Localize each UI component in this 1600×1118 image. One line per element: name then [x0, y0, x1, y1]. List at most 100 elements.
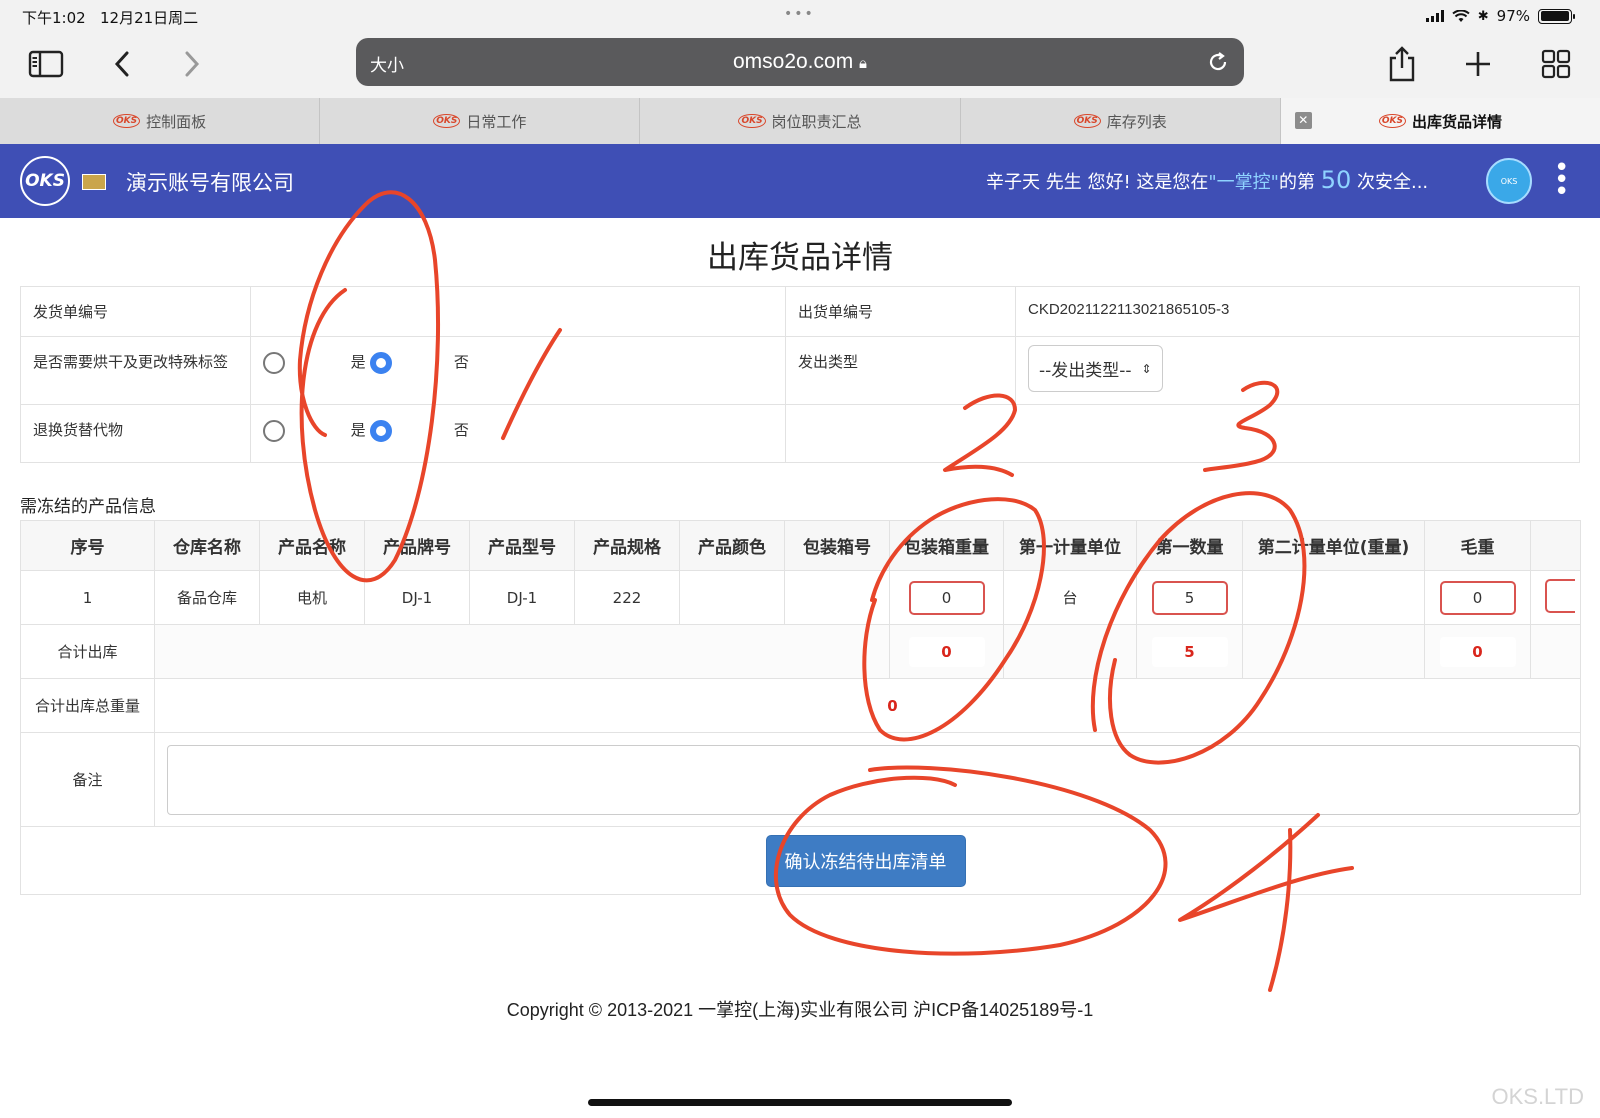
column-header: 第二计量单位(重量) [1242, 520, 1425, 571]
outbound-no-value: CKD2021122113021865105-3 [1015, 286, 1580, 337]
outbound-no-label: 出货单编号 [785, 286, 1016, 337]
oks-logo-icon: OKS [738, 114, 766, 128]
home-indicator[interactable] [588, 1099, 1012, 1106]
dispatch-type-label: 发出类型 [785, 336, 1016, 405]
sidebar-icon[interactable] [24, 44, 68, 84]
tab-outbound-detail[interactable]: ✕ OKS 出库货品详情 [1280, 98, 1600, 144]
special-label-options: 是 否 [250, 336, 786, 405]
bluetooth-icon: ✱ [1477, 8, 1489, 24]
oks-logo[interactable]: OKS [20, 156, 70, 206]
total-row: 合计出库 0 5 0 [20, 624, 1581, 679]
tab-job-summary[interactable]: OKS 岗位职责汇总 [640, 98, 961, 144]
cell-color [679, 570, 785, 625]
dispatch-type-select[interactable]: --发出类型-- ⇕ [1028, 345, 1163, 392]
replacement-options: 是 否 [250, 404, 786, 463]
back-icon[interactable] [100, 44, 144, 84]
company-name: 演示账号有限公司 [126, 171, 294, 195]
tab-dashboard[interactable]: OKS 控制面板 [0, 98, 321, 144]
yes-label: 是 [350, 421, 366, 439]
total-overflow-cell [1530, 624, 1581, 679]
oks-logo-icon: OKS [433, 114, 461, 128]
column-header: 产品规格 [574, 520, 680, 571]
wifi-icon [1452, 9, 1470, 22]
user-avatar[interactable]: OKS [1486, 158, 1532, 204]
oks-logo-icon: OKS [1073, 114, 1101, 128]
url-text: omso2o.com 🔒︎ [732, 50, 868, 73]
column-header: 仓库名称 [154, 520, 260, 571]
remarks-textarea[interactable] [167, 744, 1580, 815]
column-header-overflow [1530, 520, 1581, 571]
total-spacer [154, 624, 890, 679]
cell-spec: 222 [574, 570, 680, 625]
tab-overview-icon[interactable] [1534, 44, 1578, 84]
tab-daily-work[interactable]: OKS 日常工作 [320, 98, 641, 144]
cell-product-name: 电机 [259, 570, 365, 625]
status-bar: 下午1:02 12月21日周二 ••• ✱ 97% [0, 0, 1600, 32]
replacement-radio-b[interactable] [370, 419, 393, 442]
table-header-row: 序号 仓库名称 产品名称 产品牌号 产品型号 产品规格 产品颜色 包装箱号 包装… [20, 520, 1581, 571]
qty1-input[interactable]: 5 [1151, 580, 1228, 615]
close-tab-icon[interactable]: ✕ [1294, 112, 1312, 129]
watermark: OKS.LTD [1491, 1084, 1584, 1109]
shipment-form: 发货单编号 出货单编号 CKD2021122113021865105-3 是否需… [20, 286, 1580, 463]
total-weight-row: 合计出库总重量 0 [20, 678, 1581, 733]
tab-inventory-list[interactable]: OKS 库存列表 [961, 98, 1281, 144]
replacement-question: 退换货替代物 [20, 404, 251, 463]
lock-icon: 🔒︎ [859, 55, 868, 72]
special-label-question: 是否需要烘干及更改特殊标签 [20, 336, 251, 405]
no-label: 否 [453, 421, 469, 439]
reload-icon[interactable] [1206, 50, 1230, 78]
company-flag-icon [82, 174, 106, 190]
total-label: 合计出库 [20, 624, 155, 679]
total-qty1: 5 [1151, 636, 1228, 667]
copyright-footer: Copyright © 2013-2021 一掌控(上海)实业有限公司 沪ICP… [506, 1000, 1094, 1020]
cell-brand-no: DJ-1 [364, 570, 470, 625]
remarks-row: 备注 [20, 732, 1581, 827]
overflow-input[interactable] [1545, 578, 1575, 613]
column-header: 产品颜色 [679, 520, 785, 571]
multitask-dots[interactable]: ••• [784, 6, 815, 22]
total-weight-label: 合计出库总重量 [20, 678, 155, 733]
gross-weight-input[interactable]: 0 [1439, 580, 1516, 615]
remarks-label: 备注 [20, 732, 155, 827]
cell-unit1: 台 [1003, 570, 1137, 625]
column-header: 第一数量 [1136, 520, 1243, 571]
special-label-radio-a[interactable] [263, 351, 285, 374]
welcome-message: 辛子天 先生 您好! 这是您在"一掌控"的第 50 次安全... [986, 166, 1429, 194]
column-header: 产品牌号 [364, 520, 470, 571]
product-table: 序号 仓库名称 产品名称 产品牌号 产品型号 产品规格 产品颜色 包装箱号 包装… [20, 520, 1581, 895]
box-weight-input[interactable]: 0 [908, 580, 985, 615]
cell-warehouse: 备品仓库 [154, 570, 260, 625]
confirm-freeze-button[interactable]: 确认冻结待出库清单 [765, 834, 966, 887]
no-label: 否 [453, 353, 469, 371]
forward-icon[interactable] [170, 44, 214, 84]
yes-label: 是 [350, 353, 366, 371]
cellular-icon [1425, 10, 1444, 22]
share-icon[interactable] [1380, 44, 1424, 84]
total-unit2-cell [1242, 624, 1425, 679]
column-header: 包装箱重量 [889, 520, 1004, 571]
status-right: ✱ 97% [1425, 7, 1575, 25]
browser-toolbar: 大小 omso2o.com 🔒︎ [0, 32, 1600, 98]
more-menu-icon[interactable]: • • • [1554, 155, 1569, 205]
shipping-no-label: 发货单编号 [20, 286, 251, 337]
replacement-radio-a[interactable] [263, 419, 285, 442]
cell-model: DJ-1 [469, 570, 575, 625]
cell-box-no [784, 570, 890, 625]
oks-logo-icon: OKS [113, 114, 141, 128]
battery-percent: 97% [1496, 7, 1530, 25]
column-header: 产品名称 [259, 520, 365, 571]
address-bar[interactable]: 大小 omso2o.com 🔒︎ [356, 38, 1244, 86]
empty-cell [785, 404, 1580, 463]
column-header: 毛重 [1424, 520, 1531, 571]
total-weight-value: 0 [154, 678, 1581, 733]
total-gross: 0 [1439, 636, 1516, 667]
special-label-radio-b[interactable] [370, 351, 393, 374]
app-header: OKS 演示账号有限公司 辛子天 先生 您好! 这是您在"一掌控"的第 50 次… [0, 144, 1600, 218]
new-tab-icon[interactable] [1456, 44, 1500, 84]
oks-logo-icon: OKS [1378, 114, 1406, 128]
total-box-weight: 0 [908, 636, 985, 667]
page-title: 出库货品详情 [707, 240, 893, 276]
battery-fill [1540, 11, 1569, 21]
column-header: 序号 [20, 520, 155, 571]
